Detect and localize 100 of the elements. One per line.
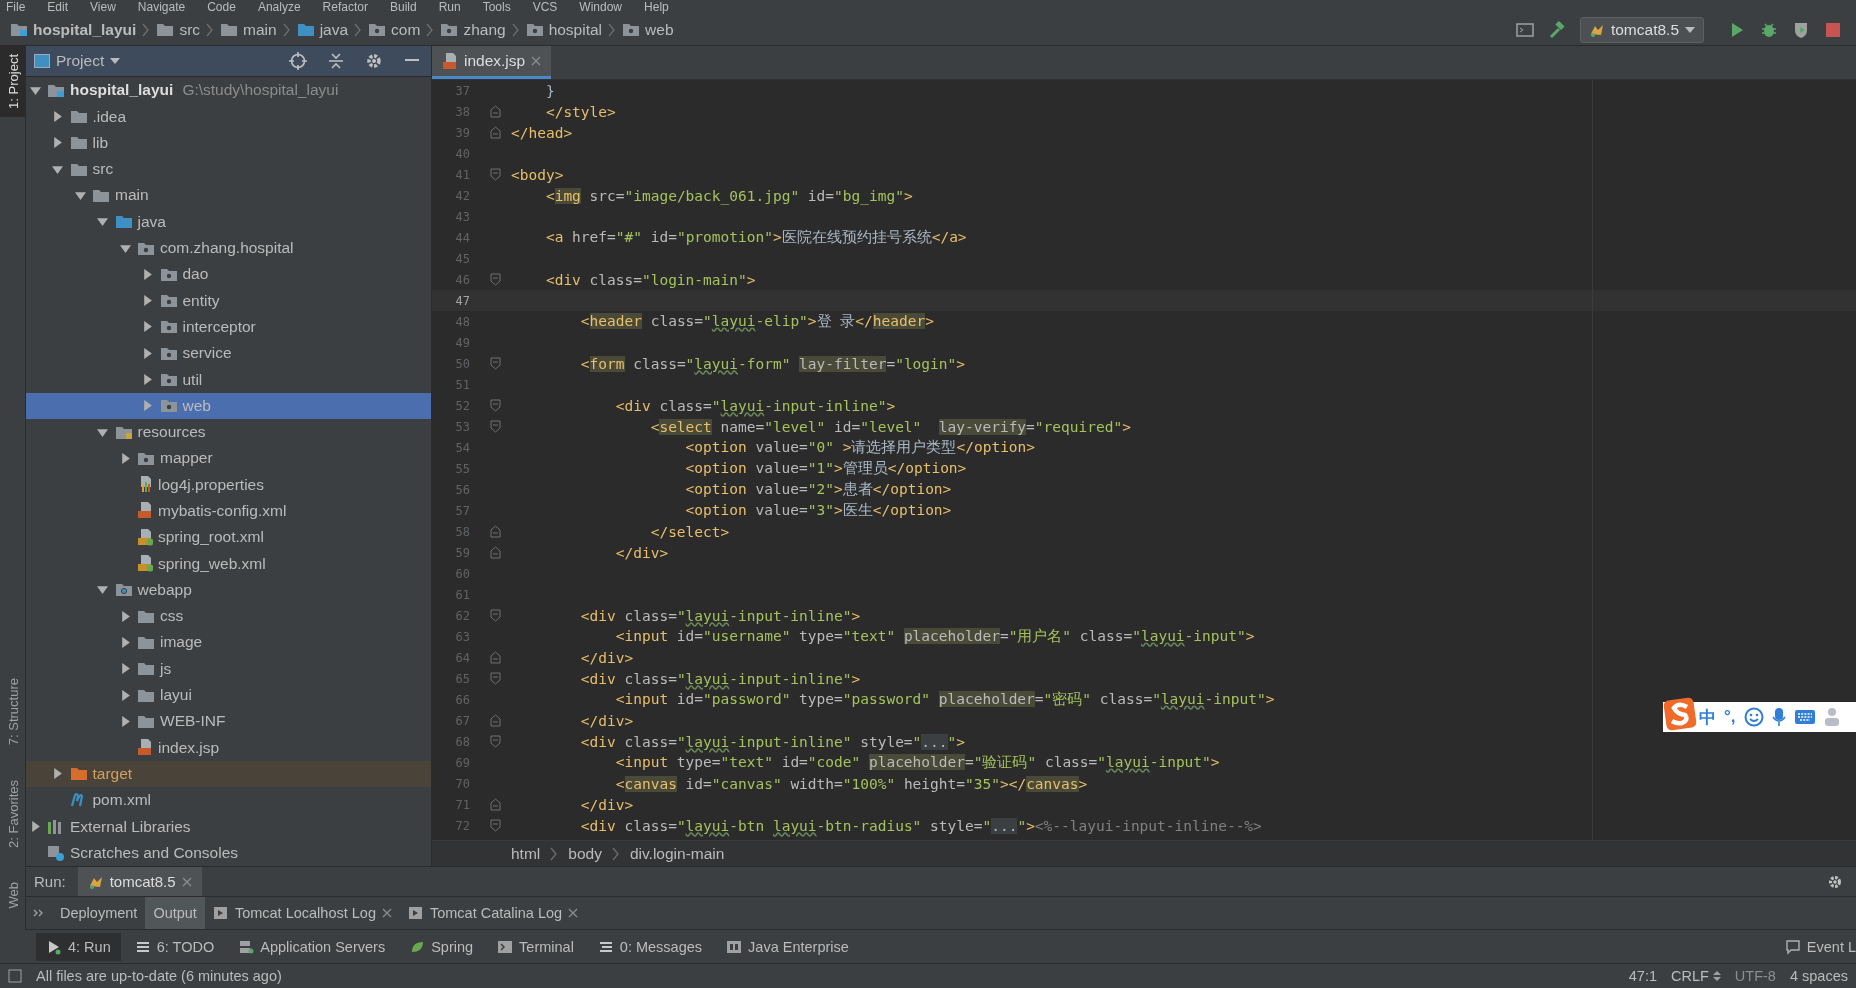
menu-item[interactable]: Run (438, 0, 461, 14)
tool-window-button[interactable]: 6: TODO (124, 932, 225, 961)
side-tab[interactable]: 7: Structure (0, 670, 26, 754)
fold-marker-icon[interactable] (490, 357, 501, 370)
tree-item[interactable]: java (26, 208, 431, 235)
microphone-icon[interactable] (1771, 707, 1786, 727)
collapse-arrow-icon[interactable] (119, 242, 131, 254)
expand-arrow-icon[interactable] (119, 689, 131, 701)
editor-tab[interactable]: index.jsp (432, 46, 552, 79)
breadcrumb-item[interactable]: com (368, 20, 421, 39)
panel-toggle-icon[interactable] (8, 969, 22, 983)
tree-item[interactable]: interceptor (26, 313, 431, 341)
breadcrumb-item[interactable]: hospital_layui (10, 20, 137, 39)
project-view-dropdown[interactable]: Project (56, 52, 121, 71)
tree-item[interactable]: index.jsp (26, 734, 431, 761)
tree-item[interactable]: src (26, 156, 431, 183)
collapse-arrow-icon[interactable] (97, 584, 108, 596)
expand-arrow-icon[interactable] (119, 610, 131, 622)
fold-marker-icon[interactable] (490, 714, 501, 727)
file-encoding[interactable]: UTF-8 (1734, 968, 1776, 984)
tree-item[interactable]: hospital_layui G:\study\hospital_layui (26, 77, 431, 104)
tree-item[interactable]: spring_web.xml (26, 550, 431, 577)
expand-arrow-icon[interactable] (119, 663, 131, 675)
fold-marker-icon[interactable] (490, 399, 501, 412)
fold-marker-icon[interactable] (490, 126, 501, 139)
fold-marker-icon[interactable] (490, 420, 501, 433)
tree-item[interactable]: mapper (26, 445, 431, 472)
tool-window-button[interactable]: Application Servers (228, 932, 396, 961)
expand-arrow-icon[interactable] (142, 400, 153, 412)
close-icon[interactable] (568, 908, 579, 918)
tool-window-button[interactable]: 0: Messages (587, 932, 713, 961)
expand-arrow-icon[interactable] (119, 452, 131, 464)
menu-item[interactable]: Analyze (257, 0, 301, 14)
tree-item[interactable]: webapp (26, 576, 431, 604)
menu-item[interactable]: Build (389, 0, 417, 14)
output-tab[interactable]: Tomcat Catalina Log (399, 897, 587, 929)
close-icon[interactable] (181, 876, 192, 887)
expand-arrow-icon[interactable] (142, 374, 153, 385)
tree-item[interactable]: css (26, 603, 431, 630)
run-configuration-dropdown[interactable]: tomcat8.5 (1579, 16, 1704, 43)
expand-arrow-icon[interactable] (52, 768, 63, 780)
menu-item[interactable]: View (90, 0, 116, 14)
caret-position[interactable]: 47:1 (1628, 968, 1657, 984)
tool-window-button[interactable]: Event L (1774, 932, 1856, 961)
expand-arrow-icon[interactable] (29, 821, 41, 833)
tree-item[interactable]: WEB-INF (26, 708, 431, 735)
side-tab[interactable]: 2: Favorites (0, 771, 26, 856)
menu-item[interactable]: VCS (532, 0, 558, 14)
fold-marker-icon[interactable] (490, 735, 501, 748)
expand-arrow-icon[interactable] (52, 111, 63, 123)
output-tab[interactable]: Tomcat Localhost Log (204, 897, 400, 929)
fold-marker-icon[interactable] (490, 819, 501, 832)
tree-item[interactable]: External Libraries (26, 813, 431, 840)
side-tab[interactable]: Web (0, 873, 26, 916)
menu-item[interactable]: File (6, 0, 26, 14)
tree-item[interactable]: mybatis-config.xml (26, 497, 431, 525)
expand-arrow-icon[interactable] (142, 347, 153, 359)
tree-item[interactable]: com.zhang.hospital (26, 234, 431, 262)
breadcrumb-item[interactable]: web (622, 20, 674, 39)
expand-arrow-icon[interactable] (119, 636, 131, 648)
collapse-arrow-icon[interactable] (52, 163, 63, 175)
tree-item[interactable]: spring_root.xml (26, 524, 431, 551)
tree-item[interactable]: .idea (26, 103, 431, 130)
breadcrumb-item[interactable]: body (568, 844, 602, 863)
tree-item[interactable]: pom.xml (26, 787, 431, 814)
fold-marker-icon[interactable] (490, 546, 501, 559)
breadcrumb-item[interactable]: src (156, 20, 201, 39)
collapse-arrow-icon[interactable] (97, 426, 108, 438)
tool-window-button[interactable]: Terminal (487, 932, 584, 961)
breadcrumb-item[interactable]: zhang (440, 20, 506, 39)
indent-setting[interactable]: 4 spaces (1789, 968, 1848, 984)
run-tab[interactable]: tomcat8.5 (77, 866, 202, 897)
close-icon[interactable] (531, 56, 542, 66)
tree-item[interactable]: target (26, 760, 431, 788)
collapse-arrow-icon[interactable] (29, 84, 41, 96)
breadcrumb-item[interactable]: html (511, 844, 541, 863)
output-tab[interactable]: Output (145, 897, 205, 929)
tree-item[interactable]: layui (26, 681, 431, 709)
line-separator[interactable]: CRLF (1671, 968, 1721, 984)
ime-mode[interactable]: 中 (1699, 705, 1716, 729)
tree-item[interactable]: dao (26, 261, 431, 288)
smiley-icon[interactable] (1743, 707, 1764, 727)
expand-arrow-icon[interactable] (142, 268, 153, 280)
breadcrumb-item[interactable]: java (296, 20, 349, 39)
menu-item[interactable]: Tools (482, 0, 511, 14)
breadcrumb-item[interactable]: main (220, 20, 277, 39)
tree-item[interactable]: entity (26, 287, 431, 314)
tree-item[interactable]: resources (26, 418, 431, 446)
menu-item[interactable]: Navigate (137, 0, 186, 14)
tree-item[interactable]: image (26, 629, 431, 656)
fold-marker-icon[interactable] (490, 651, 501, 664)
menu-item[interactable]: Refactor (322, 0, 368, 14)
tool-window-button[interactable]: Spring (399, 932, 484, 961)
ime-punctuation[interactable]: °, (1724, 707, 1736, 727)
fold-marker-icon[interactable] (490, 168, 501, 181)
expand-arrow-icon[interactable] (119, 715, 131, 727)
output-tab[interactable]: Deployment (52, 897, 146, 929)
fold-marker-icon[interactable] (490, 525, 501, 538)
menu-item[interactable]: Code (207, 0, 236, 14)
fold-marker-icon[interactable] (490, 672, 501, 685)
